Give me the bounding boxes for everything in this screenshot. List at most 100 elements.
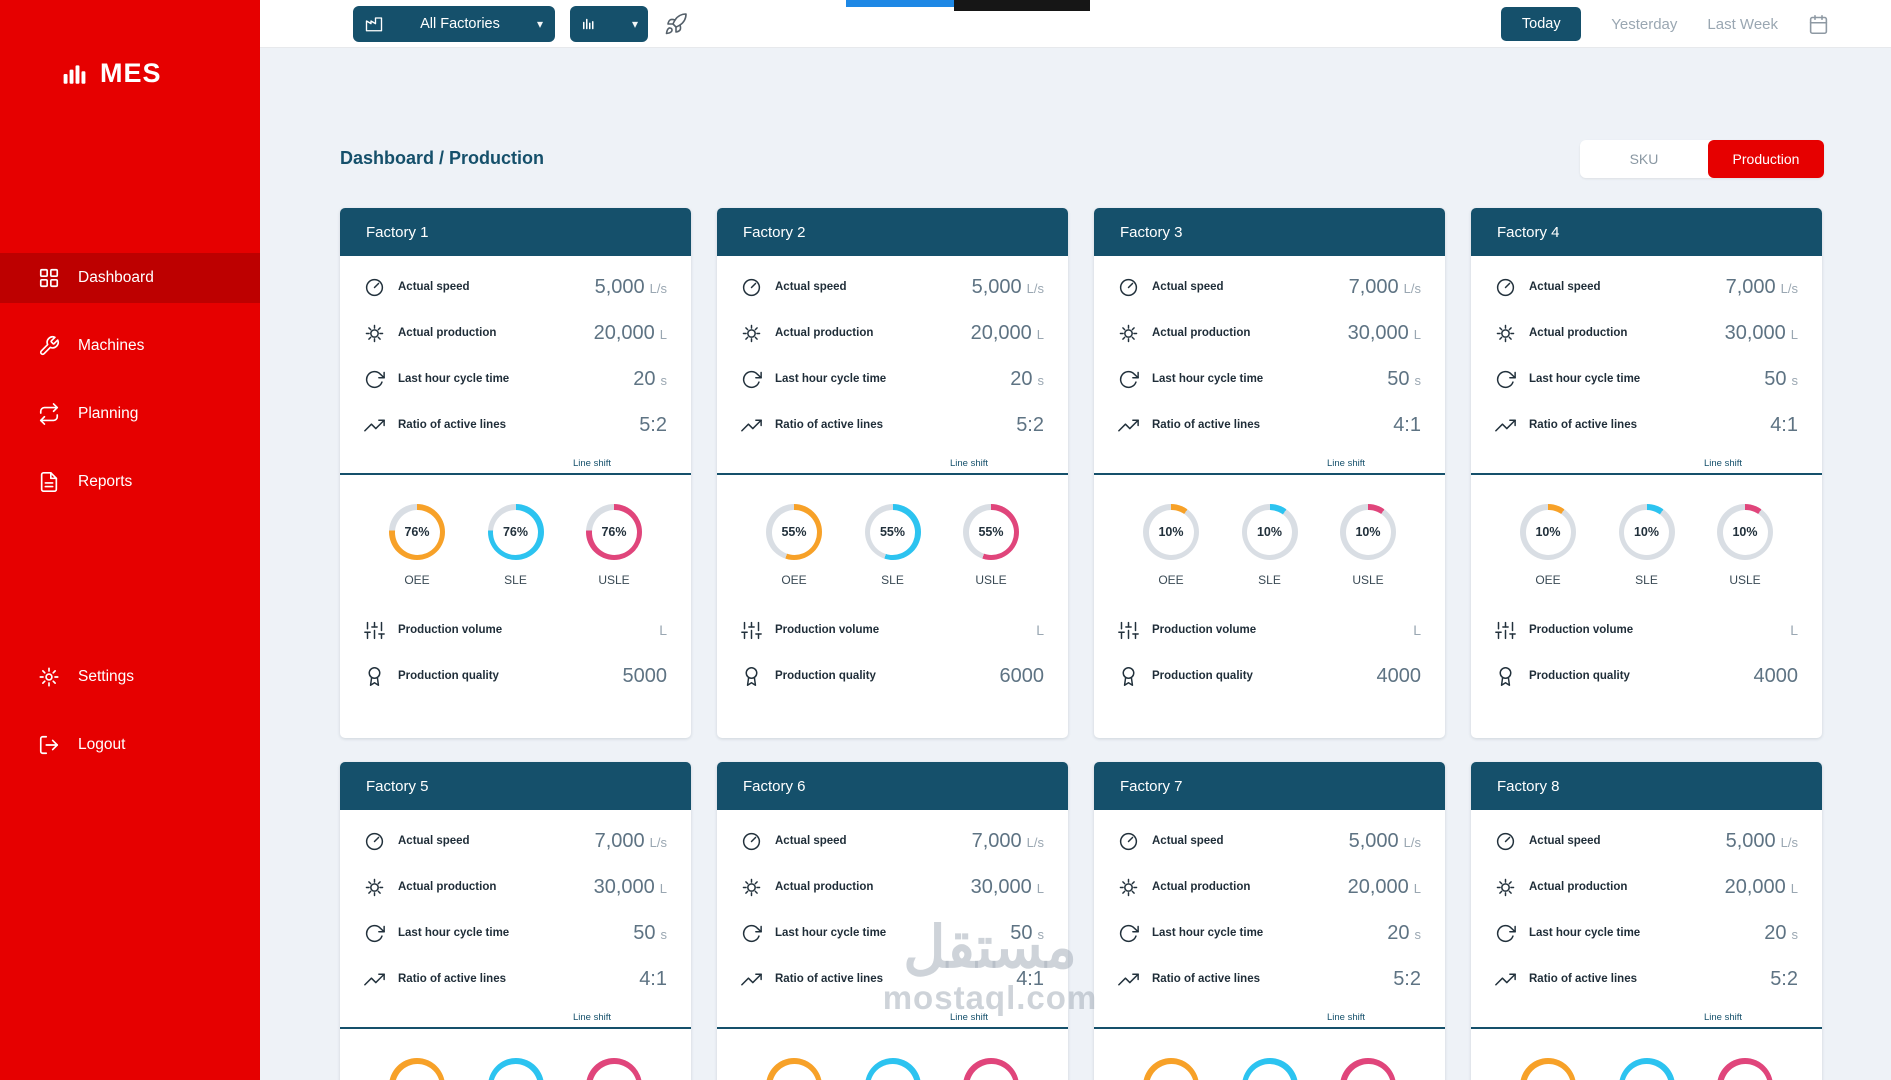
tab-today[interactable]: Today xyxy=(1501,7,1581,41)
sidebar-item-planning[interactable]: Planning xyxy=(0,389,260,439)
cycle-refresh-icon xyxy=(741,923,762,944)
actual-production-value: 20,000 xyxy=(1725,876,1786,899)
usle-donut-chart xyxy=(586,1058,642,1080)
factory-card-body: Actual speed 7,000 L/s Actual production… xyxy=(1094,256,1445,699)
rocket-button[interactable] xyxy=(664,11,690,37)
stat-value: L xyxy=(1413,622,1421,638)
stat-value: 4000 xyxy=(1754,665,1799,688)
speed-gauge-icon xyxy=(1118,277,1139,298)
sle-kpi: SLE xyxy=(1614,1058,1680,1080)
view-toggle: SKU Production xyxy=(1580,140,1824,178)
stat-value: 7,000 L/s xyxy=(972,830,1044,853)
sle-kpi: 76% SLE xyxy=(483,504,549,587)
actual-production-value: 30,000 xyxy=(594,876,655,899)
stat-label: Last hour cycle time xyxy=(1529,927,1640,939)
factory-name: Factory 5 xyxy=(366,778,429,795)
stat-actual-speed: Actual speed 7,000 L/s xyxy=(741,818,1044,864)
stat-value: 30,000 L xyxy=(971,876,1044,899)
sidebar-item-logout[interactable]: Logout xyxy=(0,720,260,770)
production-quality-value: 4000 xyxy=(1377,665,1422,688)
production-gear-icon xyxy=(1495,877,1516,898)
tab-last-week[interactable]: Last Week xyxy=(1707,16,1778,33)
sidebar-item-dashboard[interactable]: Dashboard xyxy=(0,253,260,303)
cycle-time-value: 50 xyxy=(633,922,655,945)
sidebar-item-label: Machines xyxy=(78,337,144,355)
stat-value: 4:1 xyxy=(639,968,667,991)
line-shift-divider: Line shift xyxy=(741,458,1044,482)
tab-yesterday[interactable]: Yesterday xyxy=(1611,16,1677,33)
breadcrumb: Dashboard / Production xyxy=(340,148,544,169)
sle-donut-chart xyxy=(865,1058,921,1080)
stat-label: Last hour cycle time xyxy=(1152,373,1263,385)
oee-donut-chart: 76% xyxy=(389,504,445,560)
cycle-time-value: 50 xyxy=(1764,368,1786,391)
stat-cycle-time: Last hour cycle time 50 s xyxy=(1495,356,1798,402)
actual-speed-value: 7,000 xyxy=(972,830,1022,853)
oee-kpi: OEE xyxy=(1515,1058,1581,1080)
stat-cycle-time: Last hour cycle time 50 s xyxy=(741,910,1044,956)
factory-card: Factory 5 Actual speed 7,000 L/s Actual … xyxy=(340,762,691,1080)
cycle-time-unit: s xyxy=(1792,373,1799,388)
cycle-refresh-icon xyxy=(1495,369,1516,390)
actual-speed-unit: L/s xyxy=(650,835,667,850)
sle-donut-chart: 10% xyxy=(1619,504,1675,560)
stat-actual-speed: Actual speed 7,000 L/s xyxy=(364,818,667,864)
stat-label: Actual production xyxy=(1152,881,1250,893)
stat-label: Ratio of active lines xyxy=(1529,419,1637,431)
factory-card-body: Actual speed 5,000 L/s Actual production… xyxy=(717,256,1068,699)
bottom-rows: Production volume L Production quality 5… xyxy=(364,607,667,699)
actual-production-value: 30,000 xyxy=(971,876,1032,899)
trending-up-icon xyxy=(364,969,385,990)
sle-kpi: 10% SLE xyxy=(1614,504,1680,587)
stat-ratio-active-lines: Ratio of active lines 4:1 xyxy=(741,956,1044,1002)
trending-up-icon xyxy=(364,415,385,436)
factory-card: Factory 4 Actual speed 7,000 L/s Actual … xyxy=(1471,208,1822,738)
cycle-refresh-icon xyxy=(1495,923,1516,944)
usle-label: USLE xyxy=(1335,573,1401,587)
usle-donut-chart xyxy=(963,1058,1019,1080)
factory-filter-dropdown[interactable]: All Factories ▾ xyxy=(353,6,555,42)
sidebar-item-machines[interactable]: Machines xyxy=(0,321,260,371)
sidebar-item-settings[interactable]: Settings xyxy=(0,652,260,702)
calendar-button[interactable] xyxy=(1808,14,1829,35)
stat-value: 20,000 L xyxy=(971,322,1044,345)
kpi-donut-row: 76% OEE 76% SLE 76% USLE xyxy=(364,504,667,587)
main-content: Dashboard / Production SKU Production Fa… xyxy=(260,48,1891,1080)
ratio-value: 5:2 xyxy=(639,414,667,437)
kpi-donut-row: OEE SLE USLE xyxy=(364,1058,667,1080)
stat-label: Actual speed xyxy=(1152,281,1224,293)
stat-ratio-active-lines: Ratio of active lines 5:2 xyxy=(364,402,667,448)
sle-label: SLE xyxy=(483,573,549,587)
stat-value: 4:1 xyxy=(1016,968,1044,991)
toggle-production-button[interactable]: Production xyxy=(1708,140,1824,178)
app-logo-text: MES xyxy=(100,58,162,89)
bottom-rows: Production volume L Production quality 4… xyxy=(1495,607,1798,699)
production-gear-icon xyxy=(1118,877,1139,898)
stat-label: Production volume xyxy=(775,624,879,636)
sle-donut-chart xyxy=(1619,1058,1675,1080)
app-logo: MES xyxy=(62,58,162,89)
oee-donut-chart: 10% xyxy=(1520,504,1576,560)
actual-production-unit: L xyxy=(660,327,667,342)
stat-value: 30,000 L xyxy=(1725,322,1798,345)
sidebar-item-reports[interactable]: Reports xyxy=(0,457,260,507)
oee-donut-chart xyxy=(389,1058,445,1080)
dashboard-grid-icon xyxy=(38,267,60,289)
stat-label: Ratio of active lines xyxy=(1529,973,1637,985)
factory-card-body: Actual speed 5,000 L/s Actual production… xyxy=(1094,810,1445,1080)
usle-kpi: USLE xyxy=(1712,1058,1778,1080)
production-gear-icon xyxy=(1118,323,1139,344)
toggle-sku-button[interactable]: SKU xyxy=(1580,140,1708,178)
trending-up-icon xyxy=(1118,969,1139,990)
stat-label: Actual production xyxy=(1529,327,1627,339)
tool-icon xyxy=(38,335,60,357)
sliders-icon xyxy=(741,620,762,641)
factory-card-body: Actual speed 7,000 L/s Actual production… xyxy=(340,810,691,1080)
cycle-refresh-icon xyxy=(364,923,385,944)
metric-select-dropdown[interactable]: ▾ xyxy=(570,6,648,42)
line-shift-divider: Line shift xyxy=(1495,1012,1798,1036)
usle-kpi: USLE xyxy=(958,1058,1024,1080)
usle-donut-chart: 10% xyxy=(1340,504,1396,560)
stat-value: 50 s xyxy=(1764,368,1798,391)
stat-label: Ratio of active lines xyxy=(1152,973,1260,985)
